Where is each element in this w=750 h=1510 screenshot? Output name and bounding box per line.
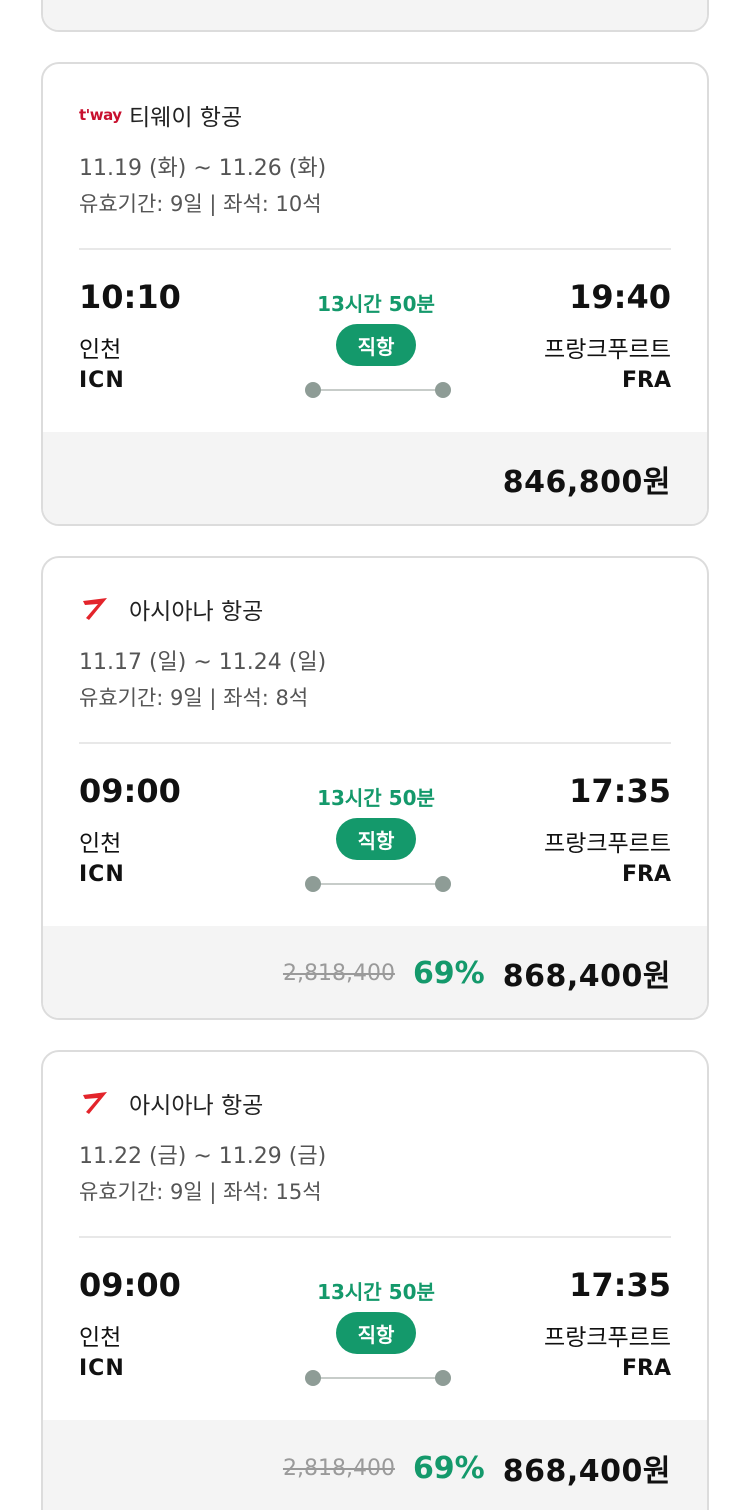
travel-dates: 11.17 (일) ~ 11.24 (일) [79,650,327,675]
validity-seats: 유효기간: 9일 | 좌석: 15석 [79,1180,322,1204]
price-row: 2,818,400 69% 868,400원 [283,951,671,995]
original-price: 2,818,400 [282,960,395,986]
destination-dot-icon [435,382,451,398]
departure-code: ICN [79,1356,125,1381]
asiana-logo-icon [79,593,115,625]
arrival-city: 프랑크푸르트 [544,1325,671,1351]
destination-dot-icon [435,1370,451,1386]
origin-dot-icon [305,1370,321,1386]
departure-city: 인천 [79,831,122,857]
departure-code: ICN [79,368,125,393]
original-price: 2,818,400 [282,1455,395,1481]
departure-city: 인천 [79,1325,122,1351]
route-line-track [313,1377,443,1379]
arrival-code: FRA [622,862,671,887]
departure-code: ICN [79,862,125,887]
flight-card[interactable]: 아시아나 항공 11.17 (일) ~ 11.24 (일) 유효기간: 9일 |… [41,556,709,1020]
arrival-code: FRA [622,368,671,393]
discount-rate: 69% [412,955,485,991]
divider [79,1236,671,1238]
departure-city: 인천 [79,337,122,363]
airline-name: 티웨이 항공 [129,105,243,131]
validity-seats: 유효기간: 9일 | 좌석: 8석 [79,686,309,710]
route-line [305,1370,451,1386]
route-line-track [313,883,443,885]
arrival-city: 프랑크푸르트 [544,337,671,363]
arrival-code: FRA [622,1356,671,1381]
direct-flight-badge: 직항 [336,1312,416,1354]
airline-name: 아시아나 항공 [129,599,264,625]
price: 868,400원 [502,959,671,994]
flight-results-page: t'way 티웨이 항공 11.19 (화) ~ 11.26 (화) 유효기간:… [0,0,750,1510]
price-footer: 2,818,400 69% 868,400원 [43,926,707,1018]
arrival-time: 19:40 [569,278,671,316]
travel-dates: 11.19 (화) ~ 11.26 (화) [79,156,327,181]
price: 846,800원 [502,465,671,500]
airline-header: t'way 티웨이 항공 [79,98,242,132]
direct-flight-badge: 직항 [336,324,416,366]
price-footer [43,0,707,30]
divider [79,248,671,250]
price-row: 846,800원 [503,457,671,501]
price-footer: 2,818,400 69% 868,400원 [43,1420,707,1510]
travel-dates: 11.22 (금) ~ 11.29 (금) [79,1144,327,1169]
flight-card[interactable]: t'way 티웨이 항공 11.19 (화) ~ 11.26 (화) 유효기간:… [41,62,709,526]
price-row: 2,818,400 69% 868,400원 [283,1446,671,1490]
price-footer: 846,800원 [43,432,707,524]
price: 868,400원 [502,1454,671,1489]
airline-header: 아시아나 항공 [79,592,263,626]
airline-name: 아시아나 항공 [129,1093,264,1119]
route-line [305,876,451,892]
destination-dot-icon [435,876,451,892]
route-line [305,382,451,398]
airline-header: 아시아나 항공 [79,1086,263,1120]
flight-card[interactable]: 아시아나 항공 11.22 (금) ~ 11.29 (금) 유효기간: 9일 |… [41,1050,709,1510]
tway-logo-icon: t'way [79,106,122,124]
divider [79,742,671,744]
validity-seats: 유효기간: 9일 | 좌석: 10석 [79,192,322,216]
asiana-logo-icon [79,1087,115,1119]
arrival-time: 17:35 [569,1266,671,1304]
arrival-city: 프랑크푸르트 [544,831,671,857]
discount-rate: 69% [412,1450,485,1486]
origin-dot-icon [305,876,321,892]
origin-dot-icon [305,382,321,398]
route-line-track [313,389,443,391]
arrival-time: 17:35 [569,772,671,810]
direct-flight-badge: 직항 [336,818,416,860]
flight-card-previous[interactable] [41,0,709,32]
